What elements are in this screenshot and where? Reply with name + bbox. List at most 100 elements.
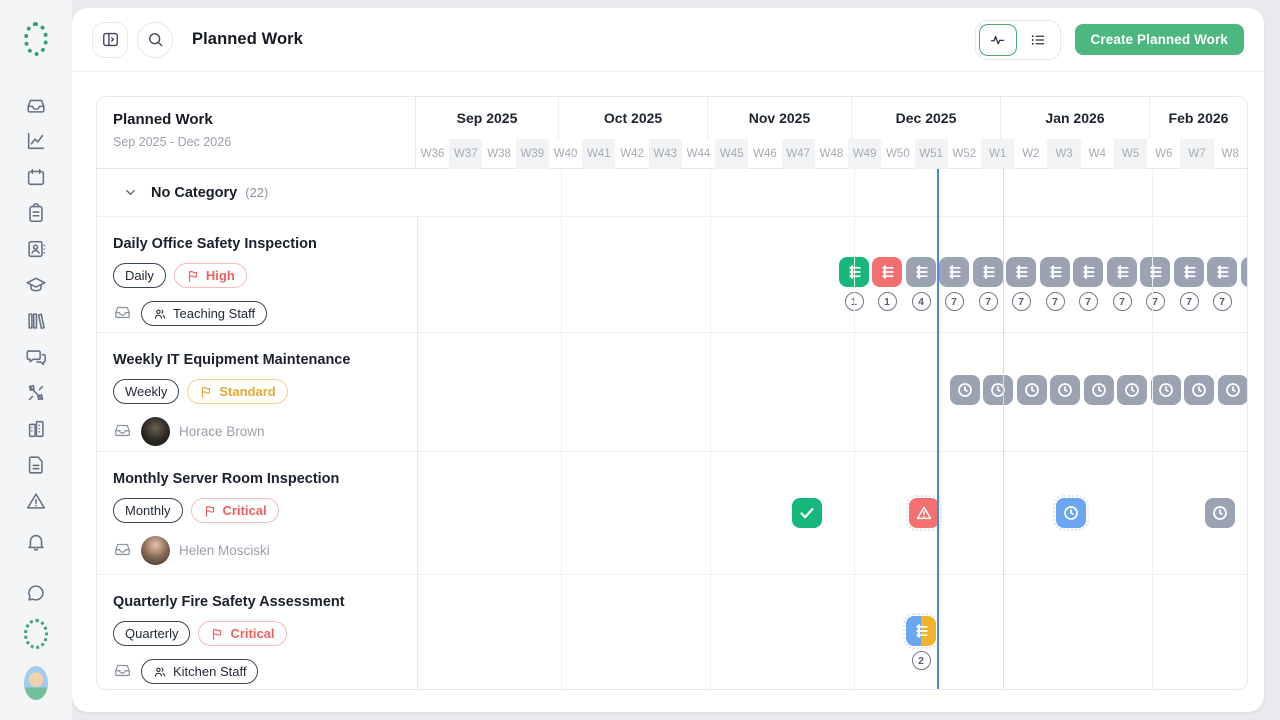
analytics-icon[interactable] xyxy=(24,129,48,153)
task-timeline xyxy=(418,452,1248,574)
task-marker[interactable] xyxy=(1084,375,1114,405)
topbar: Planned Work Create Planned Work xyxy=(72,8,1264,72)
task-marker[interactable] xyxy=(1207,257,1237,287)
task-assignee: Horace Brown xyxy=(113,417,403,446)
task-row-info[interactable]: Monthly Server Room Inspection MonthlyCri… xyxy=(97,452,418,574)
week-header-cell: W47 xyxy=(782,139,815,169)
task-title: Quarterly Fire Safety Assessment xyxy=(113,594,403,610)
priority-badge: Critical xyxy=(198,621,286,646)
alerts-icon[interactable] xyxy=(24,489,48,513)
frequency-badge: Daily xyxy=(113,263,166,288)
user-avatar[interactable] xyxy=(24,671,48,695)
task-marker[interactable] xyxy=(1017,375,1047,405)
timeline-header: Sep 2025Oct 2025Nov 2025Dec 2025Jan 2026… xyxy=(416,97,1247,168)
chevron-down-icon xyxy=(123,185,138,200)
chat-icon[interactable] xyxy=(24,581,48,605)
create-planned-work-button[interactable]: Create Planned Work xyxy=(1075,24,1244,55)
group-label: No Category xyxy=(151,185,237,201)
task-marker[interactable] xyxy=(983,375,1013,405)
task-marker[interactable] xyxy=(1056,498,1086,528)
assignee-avatar xyxy=(141,417,170,446)
task-timeline: 2 xyxy=(418,575,1248,690)
clipboard-icon[interactable] xyxy=(24,201,48,225)
task-marker[interactable] xyxy=(950,375,980,405)
task-marker[interactable] xyxy=(1107,257,1137,287)
task-marker[interactable] xyxy=(1140,257,1170,287)
contacts-icon[interactable] xyxy=(24,237,48,261)
task-badges: DailyHigh xyxy=(113,263,403,288)
week-header-cell: W52 xyxy=(948,139,981,169)
assignee-name: Helen Mosciski xyxy=(179,543,270,558)
week-header-cell: W40 xyxy=(549,139,582,169)
task-title: Monthly Server Room Inspection xyxy=(113,471,403,487)
task-row-info[interactable]: Quarterly Fire Safety AssessmentQuarterl… xyxy=(97,575,418,690)
task-marker[interactable] xyxy=(906,616,936,646)
education-icon[interactable] xyxy=(24,273,48,297)
task-count-badge: 7 xyxy=(1180,292,1199,311)
calendar-icon[interactable] xyxy=(24,165,48,189)
task-badges: Weekly Standard xyxy=(113,379,403,404)
library-icon[interactable] xyxy=(24,309,48,333)
notifications-icon[interactable] xyxy=(24,530,48,554)
week-header-cell: W3 xyxy=(1047,139,1080,169)
task-marker[interactable] xyxy=(973,257,1003,287)
group-header-no-category[interactable]: No Category (22) xyxy=(97,169,1247,217)
task-count-badge: 2 xyxy=(912,651,931,670)
inbox-icon[interactable] xyxy=(24,93,48,117)
design-tools-icon[interactable] xyxy=(24,381,48,405)
task-marker[interactable] xyxy=(1241,257,1248,287)
task-marker[interactable] xyxy=(1151,375,1181,405)
app-page: Planned Work Create Planned Work Planned… xyxy=(0,0,1280,720)
activity-icon xyxy=(989,31,1007,49)
task-marker[interactable] xyxy=(1050,375,1080,405)
task-badges: MonthlyCritical xyxy=(113,498,403,523)
task-row-info[interactable]: Daily Office Safety InspectionDailyHighT… xyxy=(97,217,418,332)
task-marker[interactable] xyxy=(1117,375,1147,405)
document-icon[interactable] xyxy=(24,453,48,477)
month-header-cell: Oct 2025 xyxy=(559,97,708,139)
priority-label: Standard xyxy=(219,384,275,399)
search-button[interactable] xyxy=(137,22,173,58)
week-header-cell: W45 xyxy=(715,139,748,169)
messages-icon[interactable] xyxy=(24,345,48,369)
task-marker[interactable] xyxy=(1006,257,1036,287)
task-title: Weekly IT Equipment Maintenance xyxy=(113,352,403,368)
priority-label: Critical xyxy=(223,503,267,518)
task-marker[interactable] xyxy=(1073,257,1103,287)
month-label: Oct 2025 xyxy=(604,110,662,126)
search-icon xyxy=(146,30,165,49)
sidebar-toggle-button[interactable] xyxy=(92,22,128,58)
month-header-cell: Sep 2025 xyxy=(416,97,559,139)
week-header-cell: W49 xyxy=(848,139,881,169)
timeline-view-toggle[interactable] xyxy=(979,24,1017,56)
week-header-cell: W44 xyxy=(682,139,715,169)
task-count-badge: 4 xyxy=(912,292,931,311)
task-marker[interactable] xyxy=(909,498,939,528)
organization-icon[interactable] xyxy=(24,417,48,441)
task-marker[interactable] xyxy=(1218,375,1248,405)
task-row-info[interactable]: Weekly IT Equipment Maintenance Weekly Sta… xyxy=(97,333,418,451)
task-marker[interactable] xyxy=(906,257,936,287)
week-header-cell: W41 xyxy=(582,139,615,169)
task-marker[interactable] xyxy=(839,257,869,287)
task-marker[interactable] xyxy=(1184,375,1214,405)
week-header-cell: W4 xyxy=(1081,139,1114,169)
week-header-cell: W2 xyxy=(1014,139,1047,169)
week-header-cell: W1 xyxy=(981,139,1014,169)
task-count-badge: 1 xyxy=(845,292,864,311)
team-name: Kitchen Staff xyxy=(173,664,246,679)
task-marker[interactable] xyxy=(939,257,969,287)
week-header-cell: W37 xyxy=(449,139,482,169)
month-label: Dec 2025 xyxy=(896,110,957,126)
month-label: Sep 2025 xyxy=(457,110,518,126)
list-view-toggle[interactable] xyxy=(1019,24,1057,56)
frequency-badge: Weekly xyxy=(113,379,179,404)
task-marker[interactable] xyxy=(872,257,902,287)
task-marker[interactable] xyxy=(1205,498,1235,528)
inbox-icon xyxy=(113,302,132,326)
task-marker[interactable] xyxy=(1040,257,1070,287)
app-logo-icon[interactable] xyxy=(24,27,48,51)
task-marker[interactable] xyxy=(1174,257,1204,287)
task-marker[interactable] xyxy=(792,498,822,528)
week-header-cell: W50 xyxy=(881,139,914,169)
